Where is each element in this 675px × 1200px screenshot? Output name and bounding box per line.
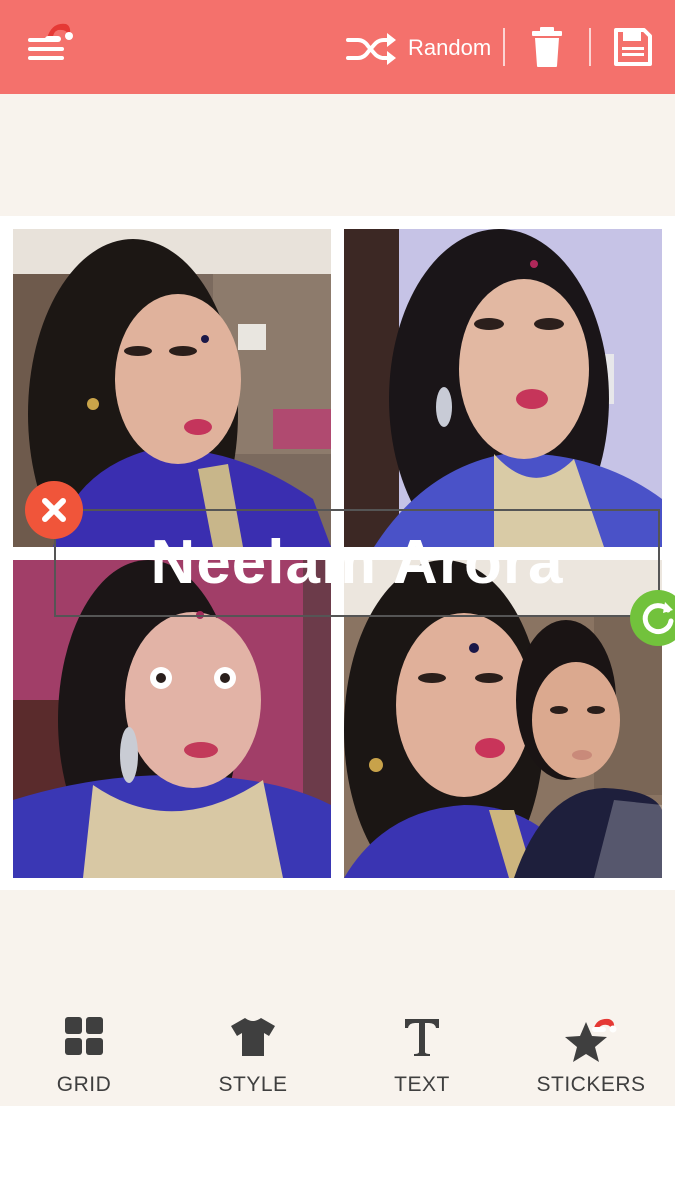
bottom-blank-area <box>0 1106 675 1200</box>
text-icon <box>405 1019 439 1056</box>
random-button[interactable]: Random <box>346 26 491 70</box>
bottom-toolbar: GRID STYLE TEXT STICKERS <box>0 1000 675 1106</box>
style-tool-label: STYLE <box>218 1073 288 1096</box>
trash-icon <box>532 27 562 67</box>
canvas-background <box>0 890 675 1000</box>
rotate-sticker-handle[interactable] <box>630 590 675 646</box>
photo-top-right[interactable] <box>344 229 662 547</box>
shirt-icon <box>231 1018 275 1056</box>
grid-icon <box>65 1017 103 1055</box>
text-tool-label: TEXT <box>394 1073 450 1096</box>
style-tool-button[interactable]: STYLE <box>169 1000 337 1106</box>
close-icon <box>42 498 66 522</box>
stickers-tool-button[interactable]: STICKERS <box>507 1000 675 1106</box>
top-app-bar: Random <box>0 0 675 94</box>
menu-button[interactable] <box>22 20 78 68</box>
text-sticker[interactable]: Neelam Arora <box>54 509 660 617</box>
menu-icon-line <box>28 56 64 60</box>
text-sticker-label: Neelam Arora <box>150 528 564 597</box>
save-icon <box>614 28 652 66</box>
menu-icon-line <box>28 47 64 51</box>
rotate-icon <box>642 602 674 635</box>
grid-tool-button[interactable]: GRID <box>0 1000 168 1106</box>
stickers-tool-label: STICKERS <box>536 1073 646 1096</box>
remove-sticker-button[interactable] <box>25 481 83 539</box>
star-icon <box>565 1018 617 1062</box>
divider <box>589 28 591 66</box>
random-label: Random <box>408 35 492 60</box>
grid-tool-label: GRID <box>56 1073 112 1096</box>
divider <box>503 28 505 66</box>
save-button[interactable] <box>614 28 652 66</box>
delete-button[interactable] <box>530 26 564 68</box>
canvas-background <box>0 94 675 216</box>
santa-hat-icon <box>45 23 73 42</box>
text-tool-button[interactable]: TEXT <box>338 1000 506 1106</box>
collage-editor-screen: Random Neelam Arora GRID STYLE TEXT STIC… <box>0 0 675 1200</box>
shuffle-icon <box>346 33 396 65</box>
